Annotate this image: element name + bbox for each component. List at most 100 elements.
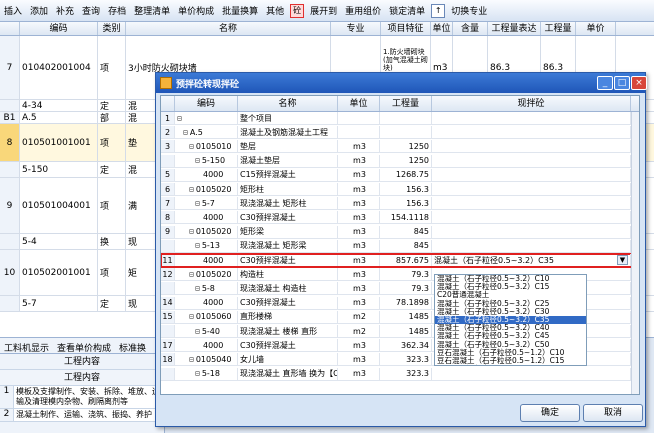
- minimize-icon[interactable]: _: [597, 76, 613, 90]
- qty-cell: 79.3: [380, 282, 432, 295]
- table-row[interactable]: 6 ⊟ 0105020 矩形柱 m3 156.3: [161, 183, 639, 196]
- arrow-icon[interactable]: ↑: [431, 3, 446, 18]
- qty-cell: [380, 126, 432, 139]
- toolbar-item[interactable]: 切换专业: [447, 4, 491, 17]
- dialog-col-header: 单位: [338, 96, 380, 111]
- tree-toggle-icon[interactable]: ⊟: [195, 327, 200, 336]
- unit-cell: [338, 126, 380, 139]
- tree-toggle-icon[interactable]: ⊟: [189, 355, 194, 364]
- dropdown-option[interactable]: C20豆石混凝土: [437, 364, 489, 365]
- toolbar-item[interactable]: 展开到: [306, 4, 341, 17]
- unit-cell: m3: [338, 197, 380, 210]
- table-row[interactable]: ⊟5-18现浇混凝土 直形墙 换为【C45预拌混凝土】m3323.3: [161, 367, 639, 381]
- grid-cell: 010501001001: [20, 124, 98, 161]
- grid-col-header: 专业: [331, 22, 381, 35]
- tree-toggle-icon[interactable]: ⊟: [195, 199, 200, 208]
- table-row[interactable]: ⊟ 5-150 混凝土垫层 m3 1250: [161, 154, 639, 168]
- table-row[interactable]: 8 4000 C30预拌混凝土 m3 154.1118: [161, 211, 639, 225]
- row-number: 11: [161, 254, 175, 266]
- grid-cell: [0, 296, 20, 311]
- table-row[interactable]: ⊟ 5-13 现浇混凝土 矩形梁 m3 845: [161, 239, 639, 253]
- row-number: 5: [161, 168, 175, 181]
- code-cell: ⊟ 5-18: [175, 367, 238, 380]
- dialog-grid-header: 编码 名称 单位 工程量 现拌砼: [161, 96, 639, 112]
- tree-toggle-icon[interactable]: ⊟: [189, 142, 194, 151]
- toolbar-item[interactable]: 其他: [262, 4, 288, 17]
- toolbar-item[interactable]: 整理清单: [130, 4, 174, 17]
- qty-cell: 1250: [380, 140, 432, 153]
- grid-cell: 项: [98, 178, 126, 233]
- dialog-title: 预拌砼转现拌砼: [176, 79, 240, 90]
- tree-toggle-icon[interactable]: ⊟: [177, 114, 182, 123]
- grid-cell: 项: [98, 36, 126, 99]
- name-cell: C30预拌混凝土: [238, 211, 338, 224]
- tree-toggle-icon[interactable]: ⊟: [189, 227, 194, 236]
- qty-cell: 323.3: [380, 367, 432, 380]
- mix-dropdown-list[interactable]: 混凝土（石子粒径0.5~3.2）C10 混凝土（石子粒径0.5~3.2）C15 C2…: [434, 274, 587, 366]
- mix-cell[interactable]: 混凝土（石子粒径0.5~3.2）C35 ▼: [432, 254, 631, 266]
- toolbar-item[interactable]: 存档: [104, 4, 130, 17]
- bottom-tab[interactable]: 查看单价构成: [53, 338, 115, 354]
- table-row[interactable]: 3 ⊟ 0105010 垫层 m3 1250: [161, 140, 639, 154]
- unit-cell: m2: [338, 310, 380, 323]
- row-number: [161, 282, 175, 295]
- grid-header: 编码类别名称专业项目特征单位含量工程量表达式工程量单价: [0, 22, 654, 36]
- tree-toggle-icon[interactable]: ⊟: [195, 241, 200, 250]
- tree-toggle-icon[interactable]: ⊟: [195, 284, 200, 293]
- tree-toggle-icon[interactable]: ⊟: [189, 185, 194, 194]
- toolbar-item[interactable]: 单价构成: [174, 4, 218, 17]
- grid-cell: 9: [0, 178, 20, 233]
- table-row[interactable]: 1 ⊟ 整个项目: [161, 112, 639, 125]
- grid-cell: A.5: [20, 112, 98, 123]
- toolbar-item[interactable]: 插入: [0, 4, 26, 17]
- chevron-down-icon[interactable]: ▼: [617, 255, 628, 265]
- tree-toggle-icon[interactable]: ⊟: [189, 312, 194, 321]
- row-number: 9: [161, 225, 175, 238]
- grid-cell: 5-4: [20, 234, 98, 249]
- bottom-tab[interactable]: 标准换: [115, 338, 150, 354]
- code-cell: ⊟ 0105010: [175, 140, 238, 153]
- grid-col-header: 项目特征: [381, 22, 431, 35]
- convert-concrete-icon[interactable]: 砼: [290, 3, 305, 18]
- row-number: 17: [161, 339, 175, 352]
- code-cell: ⊟ 0105020: [175, 268, 238, 281]
- maximize-icon[interactable]: □: [614, 76, 630, 90]
- toolbar-item[interactable]: 批量换算: [218, 4, 262, 17]
- mix-cell: [432, 239, 631, 252]
- mix-cell: [432, 168, 631, 181]
- toolbar-item[interactable]: 查询: [78, 4, 104, 17]
- tree-toggle-icon[interactable]: ⊟: [183, 128, 188, 137]
- cancel-button[interactable]: 取消: [583, 404, 643, 422]
- tree-toggle-icon[interactable]: ⊟: [195, 369, 200, 378]
- toolbar-item[interactable]: 添加: [26, 4, 52, 17]
- scrollbar[interactable]: [631, 112, 639, 394]
- code-cell: ⊟ 0105020: [175, 183, 238, 195]
- mix-cell: [432, 367, 631, 380]
- table-row[interactable]: 7 ⊟ 5-7 现浇混凝土 矩形柱 m3 156.3: [161, 197, 639, 211]
- work-content: 混凝土制作、运输、浇筑、振捣、养护: [16, 410, 152, 419]
- toolbar-item[interactable]: 重用组价: [341, 4, 385, 17]
- code-text: 5-13: [201, 241, 220, 251]
- tree-toggle-icon[interactable]: ⊟: [195, 156, 200, 165]
- row-number: 6: [161, 183, 175, 195]
- toolbar-item[interactable]: 补充: [52, 4, 78, 17]
- code-cell: ⊟ 5-8: [175, 282, 238, 295]
- bottom-tab[interactable]: 工料机显示: [0, 338, 53, 354]
- grid-col-header: 名称: [126, 22, 331, 35]
- grid-cell: 项: [98, 250, 126, 295]
- grid-col-header: 工程量: [541, 22, 576, 35]
- table-row[interactable]: 9 ⊟ 0105020 矩形梁 m3 845: [161, 225, 639, 239]
- toolbar-item[interactable]: 锁定清单: [385, 4, 429, 17]
- dialog-col-header: 现拌砼: [432, 96, 631, 111]
- unit-cell: m3: [338, 339, 380, 352]
- table-row[interactable]: 11 4000 C30预拌混凝土 m3 857.675 混凝土（石子粒径0.5~3.2）C…: [161, 253, 639, 268]
- table-row[interactable]: 5 4000 C15预拌混凝土 m3 1268.75: [161, 168, 639, 182]
- close-icon[interactable]: ×: [631, 76, 647, 90]
- table-row[interactable]: 2 ⊟ A.5 混凝土及钢筋混凝土工程: [161, 126, 639, 140]
- qty-cell: 1250: [380, 154, 432, 167]
- name-cell: 现浇混凝土 楼梯 直形: [238, 325, 338, 337]
- ok-button[interactable]: 确定: [520, 404, 580, 422]
- tree-toggle-icon[interactable]: ⊟: [189, 270, 194, 279]
- row-number: [161, 325, 175, 337]
- code-cell: ⊟ 5-150: [175, 154, 238, 167]
